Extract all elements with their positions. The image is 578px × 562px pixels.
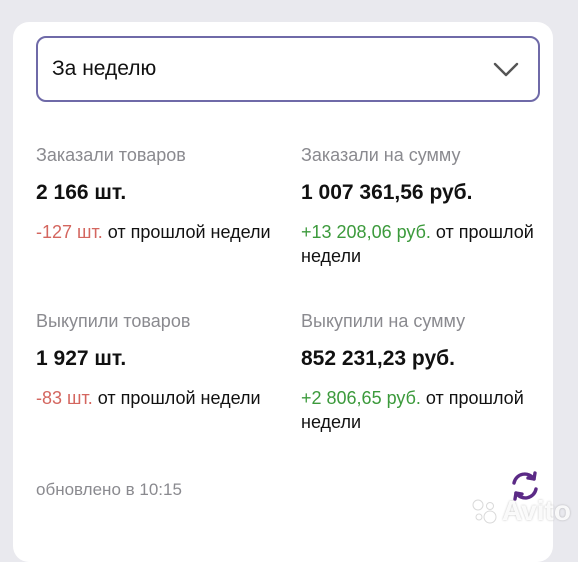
delta-amount: -83 шт.	[36, 388, 93, 408]
stat-bought-sum: Выкупили на сумму 852 231,23 руб. +2 806…	[301, 310, 546, 434]
stat-label: Заказали товаров	[36, 145, 186, 165]
period-select[interactable]: За неделю	[36, 36, 540, 102]
stat-bought-items: Выкупили товаров 1 927 шт. -83 шт. от пр…	[36, 310, 294, 410]
avito-logo-icon	[472, 499, 497, 524]
stat-ordered-sum: Заказали на сумму 1 007 361,56 руб. +13 …	[301, 144, 546, 268]
chevron-down-icon	[493, 62, 519, 77]
updated-time: обновлено в 10:15	[36, 480, 182, 499]
stat-value: 1 007 361,56 руб.	[301, 181, 473, 204]
stat-value: 1 927 шт.	[36, 347, 127, 370]
period-select-value: За неделю	[52, 57, 157, 80]
delta-amount: -127 шт.	[36, 222, 103, 242]
stat-delta: -83 шт. от прошлой недели	[36, 386, 294, 410]
delta-amount: +2 806,65 руб.	[301, 388, 421, 408]
stat-value: 852 231,23 руб.	[301, 347, 455, 370]
stat-delta: +2 806,65 руб. от прошлой недели	[301, 386, 546, 434]
avito-watermark: Avito	[470, 495, 571, 527]
delta-suffix: от прошлой недели	[102, 222, 271, 242]
stat-label: Заказали на сумму	[301, 145, 461, 165]
delta-amount: +13 208,06 руб.	[301, 222, 431, 242]
watermark-text: Avito	[502, 495, 571, 526]
stat-label: Выкупили на сумму	[301, 311, 466, 331]
delta-suffix: от прошлой недели	[92, 388, 261, 408]
stat-delta: +13 208,06 руб. от прошлой недели	[301, 220, 546, 268]
stat-ordered-items: Заказали товаров 2 166 шт. -127 шт. от п…	[36, 144, 281, 244]
stat-value: 2 166 шт.	[36, 181, 127, 204]
stat-label: Выкупили товаров	[36, 311, 191, 331]
stat-delta: -127 шт. от прошлой недели	[36, 220, 281, 244]
stats-card: За неделю Заказали товаров 2 166 шт. -12…	[13, 22, 553, 562]
